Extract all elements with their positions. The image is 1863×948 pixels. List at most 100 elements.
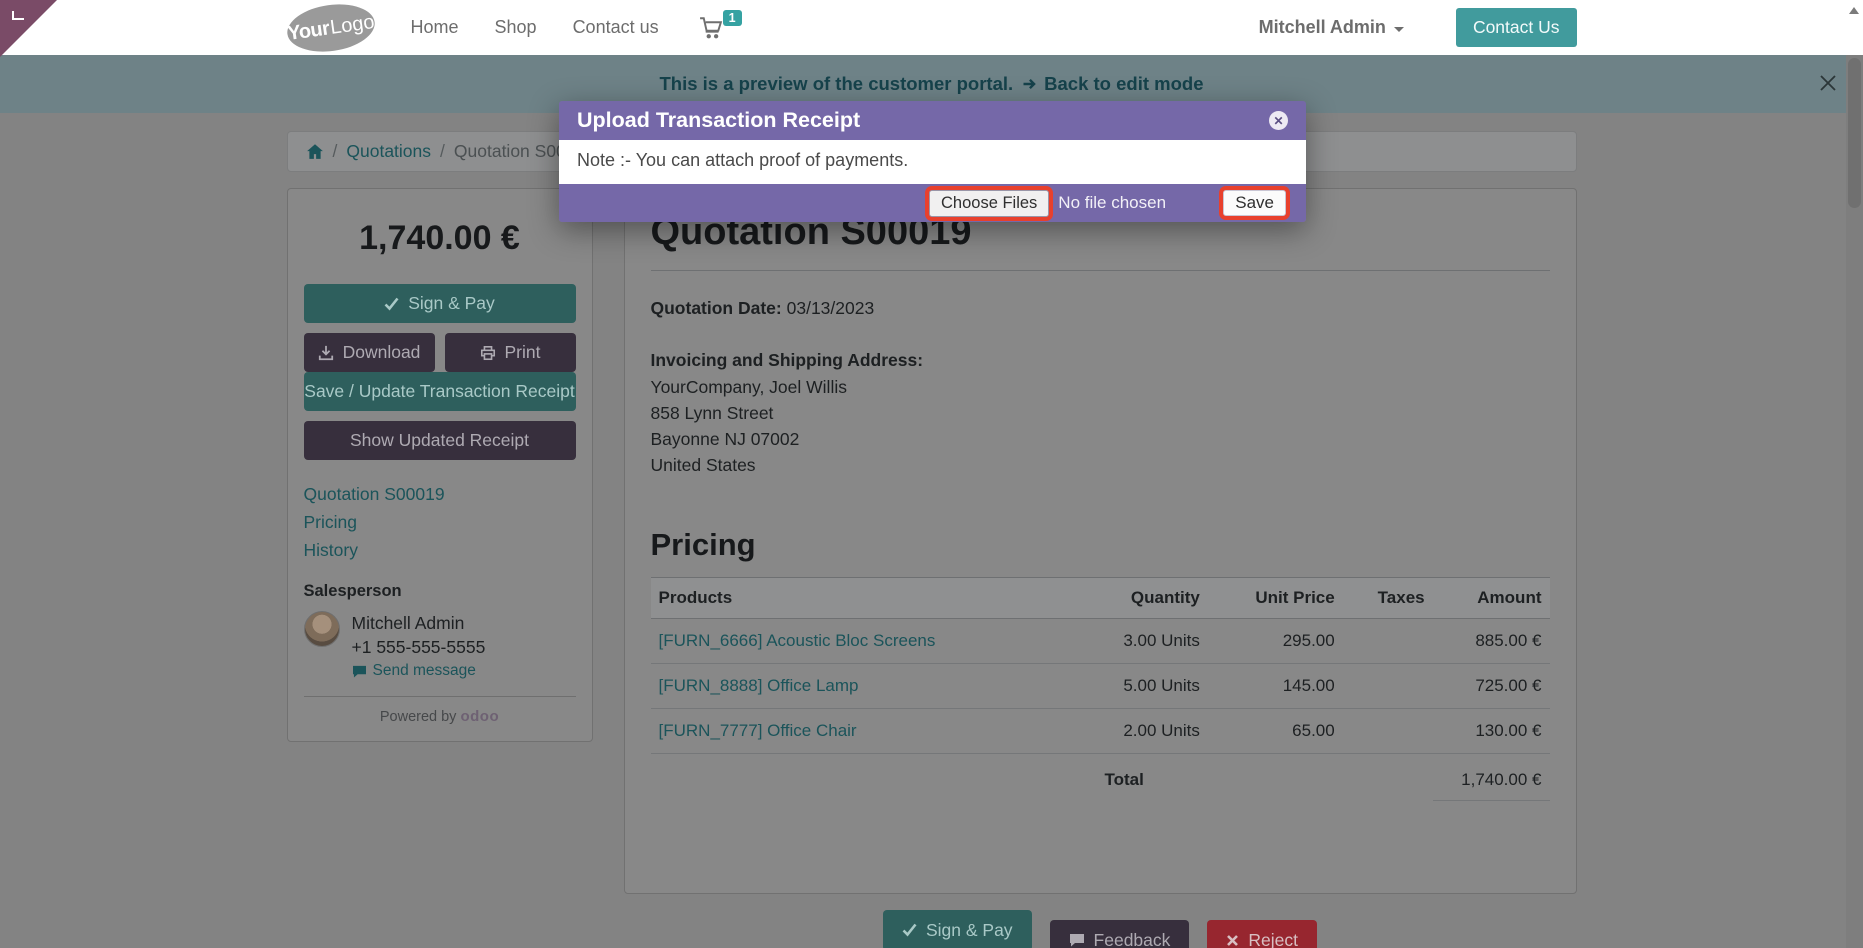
quantity-cell: 3.00 Units [1046, 618, 1208, 664]
total-row: Total 1,740.00 € [651, 753, 1550, 801]
cart-button[interactable]: 1 [699, 9, 742, 40]
product-link[interactable]: [FURN_8888] Office Lamp [659, 676, 859, 695]
check-icon [384, 297, 399, 311]
breadcrumb-quotations[interactable]: Quotations [346, 141, 431, 162]
print-label: Print [504, 342, 541, 362]
choose-files-button[interactable]: Choose Files [929, 189, 1050, 217]
column-header-products: Products [650, 576, 1047, 619]
amount-cell: 130.00 € [1432, 708, 1550, 754]
show-updated-receipt-button[interactable]: Show Updated Receipt [303, 421, 576, 460]
contact-us-button[interactable]: Contact Us [1455, 8, 1577, 47]
user-name: Mitchell Admin [1258, 17, 1386, 37]
quotation-date-label: Quotation Date: [650, 298, 782, 318]
column-header-quantity: Quantity [1046, 576, 1208, 619]
download-icon [318, 345, 334, 361]
modal-note: Note :- You can attach proof of payments… [577, 150, 909, 170]
quantity-cell: 2.00 Units [1046, 708, 1208, 754]
sidebar-link-history[interactable]: History [304, 536, 576, 564]
chevron-down-icon [1393, 26, 1404, 32]
sign-pay-bottom-button[interactable]: Sign & Pay [882, 909, 1032, 948]
vertical-scrollbar [1846, 0, 1863, 948]
quotation-document: Quotation S00019 Quotation Date: 03/13/2… [623, 188, 1577, 894]
table-row: [FURN_8888] Office Lamp 5.00 Units 145.0… [650, 663, 1550, 709]
sidebar-nav-links: Quotation S00019 Pricing History [304, 480, 576, 564]
modal-body: Note :- You can attach proof of payments… [559, 140, 1306, 184]
x-icon [1226, 934, 1239, 947]
file-input: Choose Files No file chosen [929, 189, 1167, 217]
chat-icon [352, 665, 367, 678]
sign-pay-bottom-label: Sign & Pay [925, 919, 1013, 940]
feedback-label: Feedback [1093, 929, 1171, 948]
salesperson-section: Salesperson Mitchell Admin +1 555-555-55… [303, 578, 576, 680]
sidebar-link-pricing[interactable]: Pricing [304, 508, 576, 536]
column-header-amount: Amount [1432, 576, 1550, 619]
site-logo[interactable]: Your Logo [283, 0, 378, 57]
salesperson-name: Mitchell Admin [351, 613, 465, 633]
amount-cell: 885.00 € [1432, 618, 1550, 664]
cart-count-badge: 1 [722, 9, 742, 26]
modal-close-icon[interactable]: ✕ [1269, 111, 1288, 130]
quotation-date-value: 03/13/2023 [786, 298, 875, 318]
nav-item-shop[interactable]: Shop [495, 17, 537, 38]
scrollbar-thumb[interactable] [1848, 58, 1861, 208]
powered-by: Powered by odoo [303, 696, 576, 725]
sign-pay-button[interactable]: Sign & Pay [303, 284, 576, 323]
download-label: Download [342, 342, 421, 362]
table-row: [FURN_7777] Office Chair 2.00 Units 65.0… [650, 708, 1550, 754]
back-to-edit-link[interactable]: Back to edit mode [1021, 73, 1204, 95]
taxes-cell [1342, 663, 1433, 709]
address-line: Bayonne NJ 07002 [650, 429, 800, 449]
unit-price-cell: 65.00 [1207, 708, 1343, 754]
unit-price-cell: 295.00 [1207, 618, 1343, 664]
total-label: Total [1104, 769, 1144, 789]
reject-button[interactable]: Reject [1207, 919, 1318, 948]
powered-by-label: Powered by [379, 709, 457, 725]
save-update-receipt-button[interactable]: Save / Update Transaction Receipt [303, 372, 576, 411]
download-button[interactable]: Download [303, 333, 435, 372]
logo-text-light: Logo [328, 10, 376, 38]
amount-cell: 725.00 € [1432, 663, 1550, 709]
modal-header: Upload Transaction Receipt ✕ [559, 101, 1306, 140]
quantity-cell: 5.00 Units [1046, 663, 1208, 709]
sign-pay-label: Sign & Pay [408, 293, 495, 313]
salesperson-avatar [303, 611, 340, 647]
modal-save-button[interactable]: Save [1223, 190, 1286, 216]
modal-title: Upload Transaction Receipt [577, 108, 861, 132]
quotation-sidebar: 1,740.00 € Sign & Pay Download Print Sav… [286, 188, 593, 742]
print-button[interactable]: Print [444, 333, 576, 372]
scroll-up-arrow-icon[interactable] [1849, 7, 1859, 14]
column-header-taxes: Taxes [1342, 576, 1433, 619]
home-icon[interactable] [306, 143, 324, 160]
address-label: Invoicing and Shipping Address: [650, 350, 924, 371]
back-to-edit-label: Back to edit mode [1044, 73, 1204, 94]
salesperson-phone: +1 555-555-5555 [351, 637, 486, 657]
logo-text-bold: Your [285, 16, 331, 44]
unit-price-cell: 145.00 [1207, 663, 1343, 709]
table-row: [FURN_6666] Acoustic Bloc Screens 3.00 U… [650, 618, 1550, 664]
product-link[interactable]: [FURN_7777] Office Chair [659, 721, 857, 740]
sidebar-link-quotation[interactable]: Quotation S00019 [304, 480, 576, 508]
print-icon [480, 345, 496, 361]
divider [650, 270, 1550, 271]
quotation-total-amount: 1,740.00 € [359, 219, 520, 257]
file-status-text: No file chosen [1058, 193, 1167, 212]
nav-item-contact-us[interactable]: Contact us [573, 17, 659, 38]
portal-page: / Quotations / Quotation S00019 1,740.00… [0, 113, 1863, 948]
banner-close-icon[interactable] [1817, 72, 1839, 94]
product-link[interactable]: [FURN_6666] Acoustic Bloc Screens [659, 631, 936, 650]
feedback-button[interactable]: Feedback [1049, 919, 1190, 948]
total-amount: 1,740.00 € [1432, 753, 1550, 801]
arrow-right-icon [1021, 76, 1038, 92]
top-navbar: Your Logo Home Shop Contact us 1 Mitchel… [0, 0, 1863, 57]
modal-footer: Choose Files No file chosen Save [559, 184, 1306, 222]
send-message-link[interactable]: Send message [352, 662, 486, 680]
address-line: United States [650, 455, 756, 476]
edit-corner-ribbon[interactable] [0, 0, 57, 57]
user-menu[interactable]: Mitchell Admin [1259, 17, 1404, 38]
chat-icon [1069, 933, 1085, 947]
breadcrumb-separator: / [440, 141, 445, 161]
send-message-label: Send message [372, 662, 476, 679]
cart-icon [699, 16, 725, 40]
pricing-section-title: Pricing [650, 526, 756, 562]
nav-item-home[interactable]: Home [411, 17, 459, 38]
